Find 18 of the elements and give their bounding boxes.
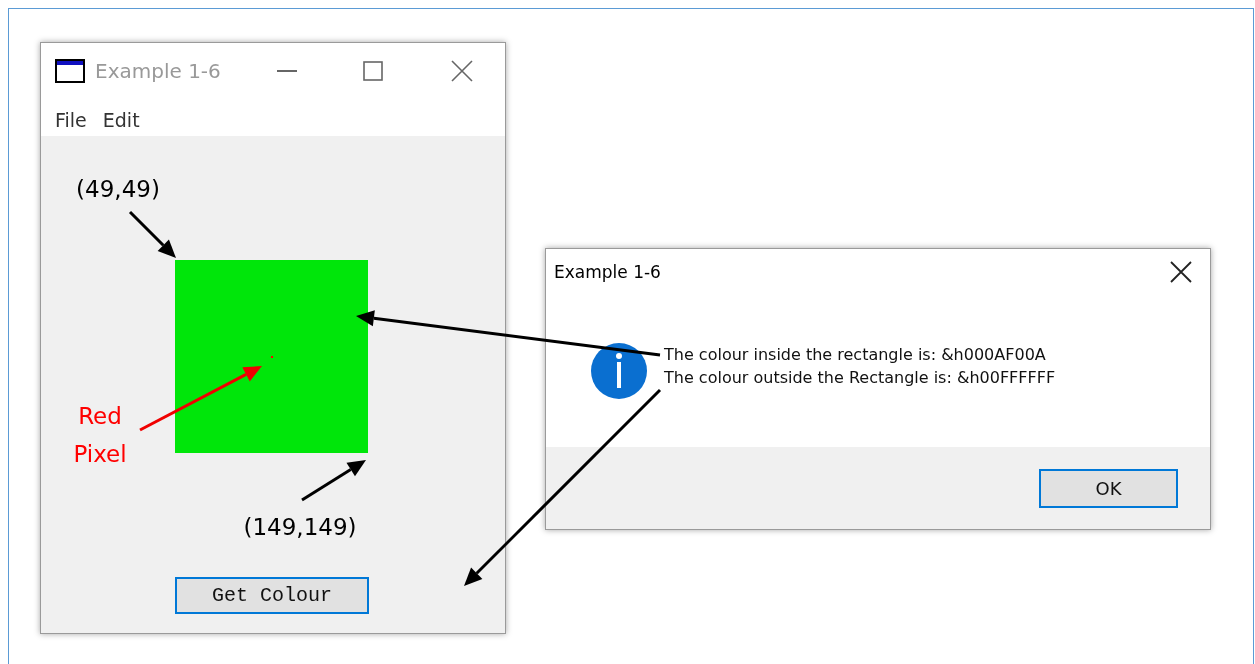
close-icon[interactable]	[1170, 261, 1192, 283]
maximize-icon[interactable]	[363, 60, 383, 81]
info-icon	[590, 342, 648, 400]
minimize-icon[interactable]	[277, 69, 297, 72]
pointer-arrow	[301, 460, 366, 502]
annotation-label: (149,149)	[242, 513, 358, 542]
ok-button[interactable]: OK	[1039, 468, 1178, 508]
dialog-title: Example 1-6	[554, 262, 662, 282]
message-text: The colour outside the Rectangle is: &h00FFFFFF	[664, 368, 1056, 387]
annotation-label: (49,49)	[75, 175, 161, 204]
message-text: The colour inside the rectangle is: &h000AF00A	[664, 345, 1047, 364]
window-title: Example 1-6	[95, 58, 221, 83]
window-icon	[55, 58, 85, 83]
pointer-arrow	[128, 210, 176, 258]
get-colour-button[interactable]: Get Colour	[175, 577, 369, 614]
menu-item[interactable]: Edit	[102, 103, 140, 131]
annotation-label: Red Pixel	[72, 402, 128, 469]
menu-item[interactable]: File	[55, 103, 87, 131]
